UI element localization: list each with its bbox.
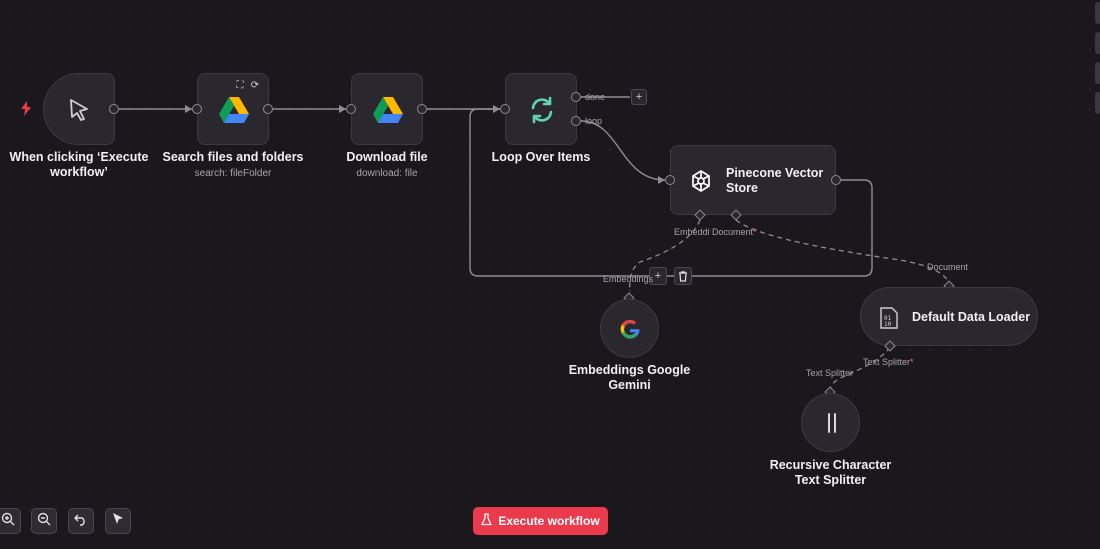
download-node-label: Download file [346, 150, 428, 164]
trigger-node-label: When clicking ‘Execute workflow’ [9, 150, 149, 179]
cursor-icon [66, 96, 94, 124]
loop-loop-port[interactable] [571, 116, 581, 126]
google-drive-icon [373, 96, 403, 124]
pointer-mode-button[interactable] [105, 508, 131, 534]
pinecone-input-port[interactable] [665, 175, 675, 185]
loop-done-port[interactable] [571, 92, 581, 102]
trash-icon[interactable] [674, 267, 692, 285]
svg-text:10: 10 [884, 321, 892, 328]
done-label: done [585, 92, 606, 102]
splitter-icon [820, 411, 844, 435]
workflow-canvas[interactable]: When clicking ‘Execute workflow’ ⛶ ⟳ Sea… [0, 0, 1100, 549]
loop-label: loop [585, 116, 603, 126]
lightning-icon [20, 101, 32, 121]
download-input-port[interactable] [346, 104, 356, 114]
pinecone-document-label: Document* [712, 227, 757, 237]
zoom-out-button[interactable] [31, 508, 57, 534]
loader-node-label: Default Data Loader [912, 310, 1031, 324]
zoom-out-icon [37, 512, 51, 531]
loader-splitter-label: Text Splitter* [863, 357, 914, 367]
panel-tab-4[interactable] [1095, 92, 1100, 114]
binary-file-icon: 01 10 [878, 306, 900, 330]
pinecone-embedding-label: Embeddi [674, 227, 710, 237]
embeddings-gemini-node[interactable] [600, 299, 659, 358]
search-output-port[interactable] [263, 104, 273, 114]
download-output-port[interactable] [417, 104, 427, 114]
execute-workflow-button[interactable]: Execute workflow [473, 507, 608, 535]
loop-node-label: Loop Over Items [491, 150, 591, 164]
trigger-output-port[interactable] [109, 104, 119, 114]
panel-tab-1[interactable] [1095, 2, 1100, 24]
add-after-done-button[interactable]: + [631, 89, 647, 105]
execute-workflow-label: Execute workflow [498, 514, 600, 528]
loop-icon [528, 96, 556, 124]
loop-input-port[interactable] [500, 104, 510, 114]
embeddings-node-label: Embeddings Google Gemini [568, 363, 691, 392]
trigger-node[interactable] [43, 73, 115, 145]
undo-icon [74, 512, 88, 531]
pointer-icon [111, 512, 125, 531]
splitter-node-label: Recursive Character Text Splitter [769, 458, 892, 487]
search-node-sub: search: fileFolder [194, 168, 272, 179]
refresh-icon[interactable]: ⟳ [249, 79, 261, 91]
loader-conn-label: Document [927, 262, 969, 272]
search-files-node[interactable]: ⛶ ⟳ [197, 73, 269, 145]
download-node-sub: download: file [356, 168, 418, 179]
pinecone-vector-store-node[interactable]: Pinecone Vector Store [670, 145, 836, 215]
settings-icon[interactable]: ⛶ [234, 79, 246, 91]
recursive-splitter-node[interactable] [801, 393, 860, 452]
splitter-conn-label: Text Splitter [806, 368, 854, 378]
panel-tab-3[interactable] [1095, 62, 1100, 84]
google-drive-icon [219, 96, 249, 124]
flask-icon [481, 513, 492, 529]
loop-over-items-node[interactable] [505, 73, 577, 145]
google-icon [618, 317, 642, 341]
default-data-loader-node[interactable]: 01 10 Default Data Loader [860, 287, 1038, 346]
pinecone-output-port[interactable] [831, 175, 841, 185]
download-file-node[interactable] [351, 73, 423, 145]
search-input-port[interactable] [192, 104, 202, 114]
wire-document [735, 219, 950, 285]
undo-button[interactable] [68, 508, 94, 534]
pinecone-icon [687, 167, 715, 195]
pinecone-node-label: Pinecone Vector Store [726, 166, 824, 195]
panel-tab-2[interactable] [1095, 32, 1100, 54]
zoom-in-icon [1, 512, 15, 531]
embeddings-conn-label: Embeddings [603, 274, 654, 284]
zoom-in-button[interactable] [0, 508, 21, 534]
search-node-label: Search files and folders [162, 150, 304, 164]
